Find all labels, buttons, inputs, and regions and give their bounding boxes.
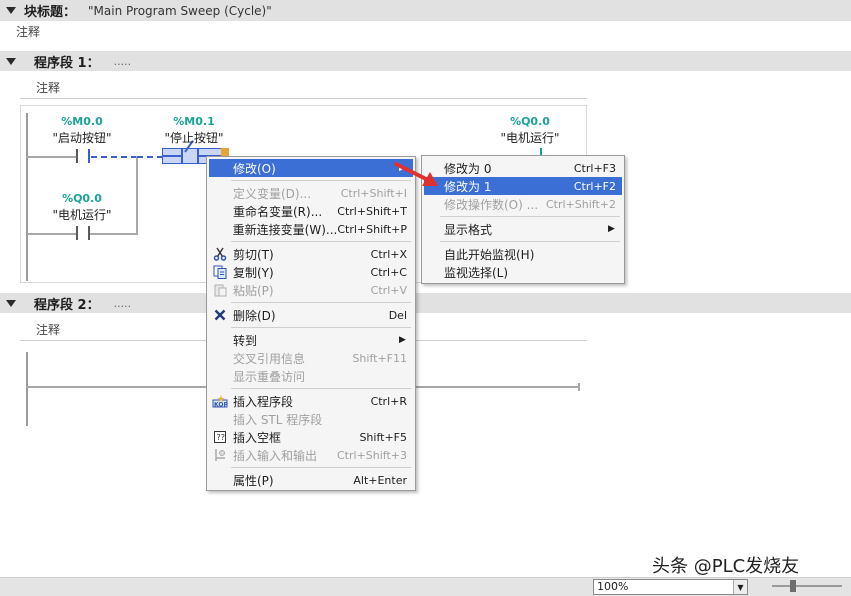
block-comment[interactable]: 注释 [16,23,40,40]
menu-item-delete[interactable]: 删除(D) Del [209,306,413,324]
operand-name[interactable]: "电机运行" [37,206,127,223]
operand-address[interactable]: %M0.0 [37,115,127,128]
watermark-text: 头条 @PLC发烧友 [652,556,800,577]
left-power-rail [26,113,28,281]
network-1-header[interactable]: 程序段 1： ..... [0,51,851,71]
menu-item-copy[interactable]: 复制(Y) Ctrl+C [209,263,413,281]
scissors-icon [211,245,229,263]
left-power-rail [26,352,28,426]
collapse-triangle-icon[interactable] [6,7,16,14]
rung-wire [27,233,77,235]
collapse-triangle-icon[interactable] [6,299,16,307]
submenu-item-display-format[interactable]: 显示格式 ▶ [424,220,622,238]
network-2-title[interactable]: ..... [114,297,131,310]
zoom-slider-thumb[interactable] [790,580,796,592]
paste-icon [211,281,229,299]
block-title-value[interactable]: "Main Program Sweep (Cycle)" [88,4,272,18]
network-2-label: 程序段 2： [34,297,100,313]
menu-item-modify[interactable]: 修改(O)▶ [209,159,413,177]
selection-handle-icon[interactable] [221,148,229,156]
network-1-label: 程序段 1： [34,55,100,71]
menu-item-cut[interactable]: 剪切(T) Ctrl+X [209,245,413,263]
empty-box-icon: ?? [211,428,229,446]
operand-address[interactable]: %Q0.0 [485,115,575,128]
rung-end-mark [578,383,580,391]
block-title-label: 块标题： [24,5,77,20]
network-1-title[interactable]: ..... [114,55,131,68]
submenu-item-modify-to-0[interactable]: 修改为 0 Ctrl+F3 [424,159,622,177]
menu-item-insert-empty-box[interactable]: ?? 插入空框 Shift+F5 [209,428,413,446]
insert-io-icon [211,446,229,464]
contact-right-bar [88,149,90,163]
branch-wire [136,156,138,234]
operand-name[interactable]: "启动按钮" [37,129,127,146]
menu-item-cross-reference[interactable]: 交叉引用信息 Shift+F11 [209,349,413,367]
block-header[interactable]: 块标题： "Main Program Sweep (Cycle)" [0,0,851,21]
submenu-item-modify-to-1[interactable]: 修改为 1 Ctrl+F2 [424,177,622,195]
modify-submenu: 修改为 0 Ctrl+F3 修改为 1 Ctrl+F2 修改操作数(O) ... Ct… [421,155,625,284]
insert-network-icon: KOP [211,392,229,410]
network-1-comment[interactable]: 注释 [20,75,587,99]
zoom-input[interactable]: 100% [593,579,748,595]
menu-item-paste[interactable]: 粘贴(P) Ctrl+V [209,281,413,299]
chevron-down-icon[interactable]: ▼ [733,580,747,594]
rung-wire-selected [91,156,137,158]
rung-wire [27,156,77,158]
delete-icon [211,306,229,324]
operand-name[interactable]: "电机运行" [485,129,575,146]
operand-name[interactable]: "停止按钮" [149,129,239,146]
context-menu: 修改(O)▶ 定义变量(D)...Ctrl+Shift+I 重命名变量(R)..… [206,156,416,491]
menu-item-define-tag[interactable]: 定义变量(D)... Ctrl+Shift+I [209,184,413,202]
menu-item-rename-tag[interactable]: 重命名变量(R)... Ctrl+Shift+T [209,202,413,220]
menu-item-insert-stl-network[interactable]: 插入 STL 程序段 [209,410,413,428]
rung-wire-selected [137,156,163,158]
contact-left-bar [76,226,78,240]
collapse-triangle-icon[interactable] [6,57,16,65]
network-2-header[interactable]: 程序段 2： ..... [0,293,851,313]
submenu-item-modify-operand[interactable]: 修改操作数(O) ... Ctrl+Shift+2 [424,195,622,213]
rung-wire [90,233,138,235]
menu-item-properties[interactable]: 属性(P) Alt+Enter [209,471,413,489]
zoom-slider-track[interactable] [772,585,842,587]
operand-address[interactable]: %M0.1 [149,115,239,128]
svg-text:KOP: KOP [214,402,228,409]
copy-icon [211,263,229,281]
operand-address[interactable]: %Q0.0 [37,192,127,205]
submenu-item-monitor-selection[interactable]: 监视选择(L) [424,263,622,281]
menu-item-show-overlap[interactable]: 显示重叠访问 [209,367,413,385]
menu-item-rewire-tag[interactable]: 重新连接变量(W)... Ctrl+Shift+P [209,220,413,238]
svg-text:??: ?? [217,433,226,442]
red-arrow-icon [394,162,438,186]
contact-left-bar [76,149,78,163]
menu-item-insert-io[interactable]: 插入输入和输出 Ctrl+Shift+3 [209,446,413,464]
submenu-item-monitor-from-here[interactable]: 自此开始监视(H) [424,245,622,263]
menu-item-insert-network[interactable]: KOP 插入程序段 Ctrl+R [209,392,413,410]
menu-item-goto[interactable]: 转到 ▶ [209,331,413,349]
